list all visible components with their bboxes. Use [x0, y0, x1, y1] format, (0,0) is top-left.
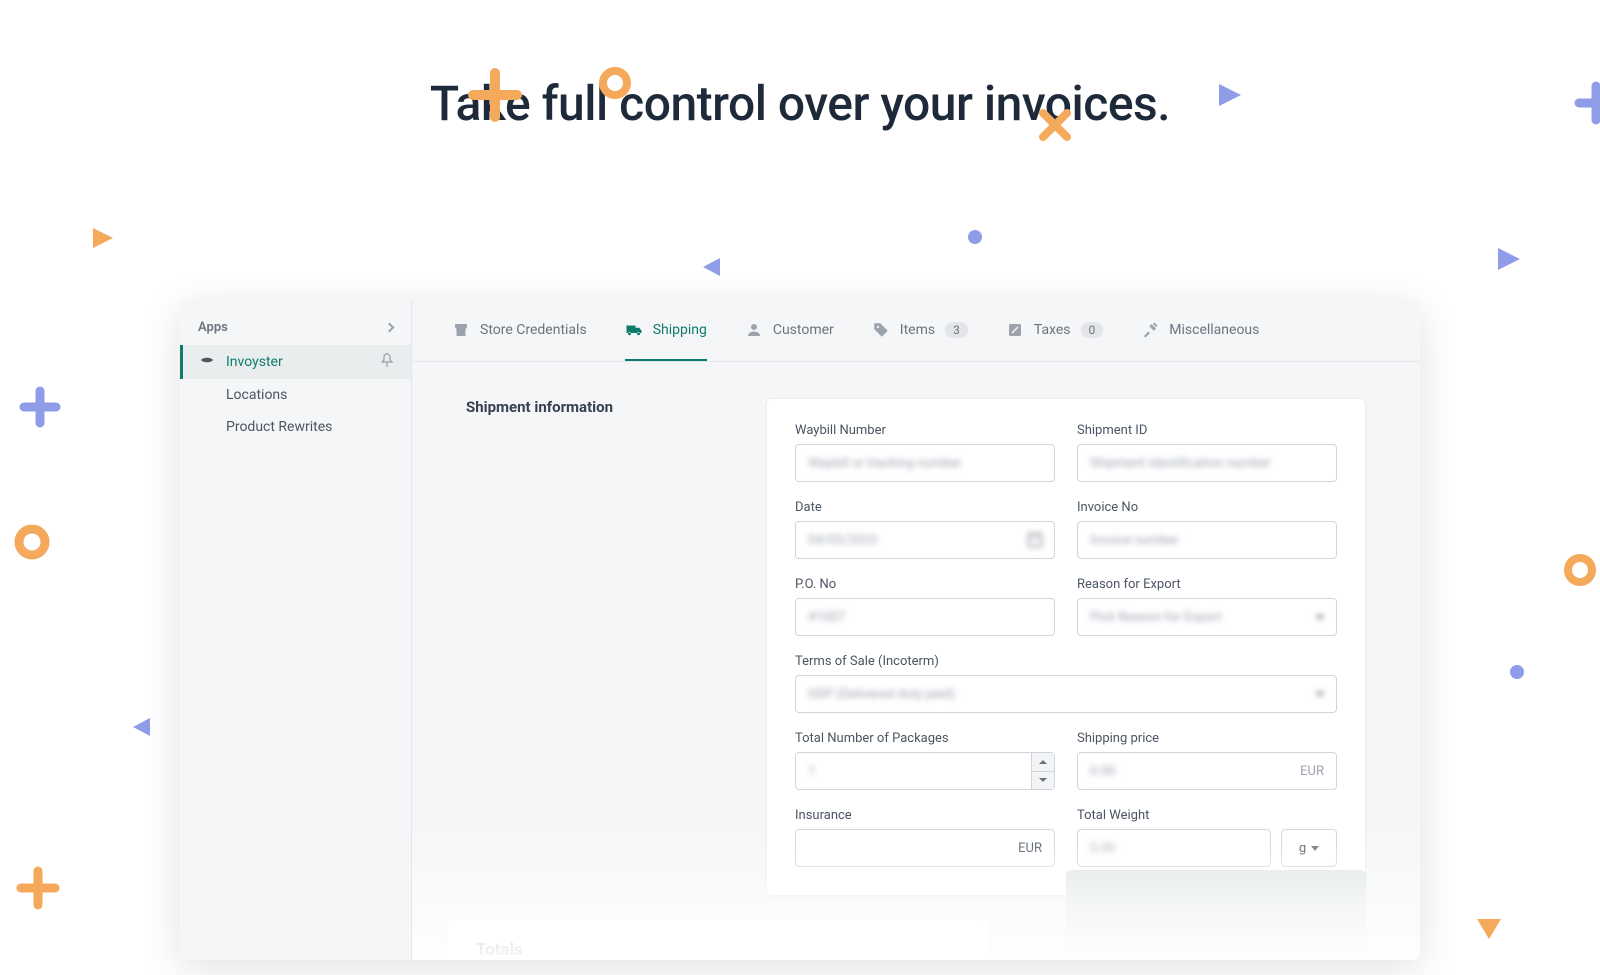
- chevron-up-icon: [1039, 760, 1047, 764]
- shipping-price-input[interactable]: 0.00EUR: [1077, 752, 1337, 790]
- insurance-input[interactable]: EUR: [795, 829, 1055, 867]
- stepper-up-button[interactable]: [1032, 753, 1054, 772]
- tab-taxes[interactable]: Taxes 0: [1006, 300, 1103, 361]
- date-label: Date: [795, 500, 1055, 515]
- app-icon: [198, 354, 216, 370]
- insurance-label: Insurance: [795, 808, 1055, 823]
- sidebar-header[interactable]: Apps: [180, 310, 411, 345]
- pin-icon[interactable]: [381, 353, 393, 371]
- sidebar-item-label: Invoyster: [226, 354, 283, 370]
- confetti-circle-icon: [1560, 550, 1600, 590]
- weight-label: Total Weight: [1077, 808, 1337, 823]
- invoice-no-input[interactable]: Invoice number: [1077, 521, 1337, 559]
- chevron-down-icon: [1316, 615, 1324, 620]
- chevron-down-icon: [1311, 846, 1319, 851]
- incoterm-select[interactable]: DDP (Delivered duty paid): [795, 675, 1337, 713]
- reason-select[interactable]: Pick Reason for Export: [1077, 598, 1337, 636]
- tab-bar: Store Credentials Shipping Customer Item…: [412, 300, 1420, 362]
- confetti-triangle-icon: [130, 715, 154, 739]
- hero-title: Take full control over your invoices.: [0, 75, 1600, 132]
- tools-icon: [1141, 321, 1159, 339]
- tab-label: Customer: [773, 322, 834, 338]
- main-panel: Store Credentials Shipping Customer Item…: [412, 300, 1420, 960]
- po-no-label: P.O. No: [795, 577, 1055, 592]
- currency-suffix: EUR: [1300, 764, 1324, 779]
- waybill-label: Waybill Number: [795, 423, 1055, 438]
- waybill-input[interactable]: Waybill or tracking number: [795, 444, 1055, 482]
- sidebar-item-invoyster[interactable]: Invoyster: [180, 345, 411, 379]
- tag-icon: [872, 321, 890, 339]
- tab-label: Items: [900, 322, 935, 338]
- shipment-form: Waybill Number Waybill or tracking numbe…: [766, 398, 1366, 896]
- totals-card: Totals: [448, 920, 988, 960]
- tab-miscellaneous[interactable]: Miscellaneous: [1141, 300, 1259, 361]
- summary-placeholder: [1066, 870, 1366, 960]
- chevron-down-icon: [1316, 692, 1324, 697]
- tab-shipping[interactable]: Shipping: [625, 300, 707, 361]
- confetti-dot-icon: [968, 230, 982, 244]
- confetti-triangle-icon: [1475, 915, 1503, 943]
- shipment-id-input[interactable]: Shipment identification number: [1077, 444, 1337, 482]
- confetti-dot-icon: [1510, 665, 1524, 679]
- confetti-triangle-icon: [1495, 245, 1523, 273]
- store-icon: [452, 321, 470, 339]
- date-input[interactable]: 04/05/2023: [795, 521, 1055, 559]
- tab-items[interactable]: Items 3: [872, 300, 968, 361]
- confetti-plus-icon: [15, 865, 61, 911]
- weight-unit-select[interactable]: g: [1281, 829, 1337, 867]
- tab-store-credentials[interactable]: Store Credentials: [452, 300, 587, 361]
- tab-label: Shipping: [653, 322, 707, 338]
- currency-suffix: EUR: [1018, 841, 1042, 856]
- chevron-right-icon: [385, 323, 395, 333]
- app-window: Apps Invoyster Locations Product Rewrite…: [180, 300, 1420, 960]
- sidebar-item-label: Product Rewrites: [226, 419, 332, 435]
- confetti-plus-icon: [18, 385, 62, 429]
- stepper-down-button[interactable]: [1032, 772, 1054, 790]
- packages-stepper[interactable]: 1: [795, 752, 1055, 790]
- reason-label: Reason for Export: [1077, 577, 1337, 592]
- tab-label: Miscellaneous: [1169, 322, 1259, 338]
- content-area: Shipment information Waybill Number Wayb…: [412, 362, 1420, 932]
- weight-input[interactable]: 0.00: [1077, 829, 1271, 867]
- sidebar-header-label: Apps: [198, 320, 228, 335]
- shipment-id-label: Shipment ID: [1077, 423, 1337, 438]
- invoice-no-label: Invoice No: [1077, 500, 1337, 515]
- tab-customer[interactable]: Customer: [745, 300, 834, 361]
- percent-icon: [1006, 321, 1024, 339]
- sidebar-item-locations[interactable]: Locations: [180, 379, 411, 411]
- sidebar: Apps Invoyster Locations Product Rewrite…: [180, 300, 412, 960]
- incoterm-label: Terms of Sale (Incoterm): [795, 654, 1337, 669]
- sidebar-item-product-rewrites[interactable]: Product Rewrites: [180, 411, 411, 443]
- packages-label: Total Number of Packages: [795, 731, 1055, 746]
- person-icon: [745, 321, 763, 339]
- tab-badge: 3: [945, 322, 968, 338]
- shipping-price-label: Shipping price: [1077, 731, 1337, 746]
- confetti-triangle-icon: [90, 225, 116, 251]
- tab-label: Taxes: [1034, 322, 1071, 338]
- tab-label: Store Credentials: [480, 322, 587, 338]
- totals-title: Totals: [476, 940, 960, 960]
- tab-badge: 0: [1081, 322, 1104, 338]
- confetti-circle-icon: [10, 520, 54, 564]
- confetti-triangle-icon: [700, 255, 724, 279]
- po-no-input[interactable]: #1007: [795, 598, 1055, 636]
- section-title: Shipment information: [466, 398, 726, 896]
- sidebar-item-label: Locations: [226, 387, 287, 403]
- calendar-icon: [1028, 533, 1042, 547]
- chevron-down-icon: [1039, 778, 1047, 782]
- truck-icon: [625, 321, 643, 339]
